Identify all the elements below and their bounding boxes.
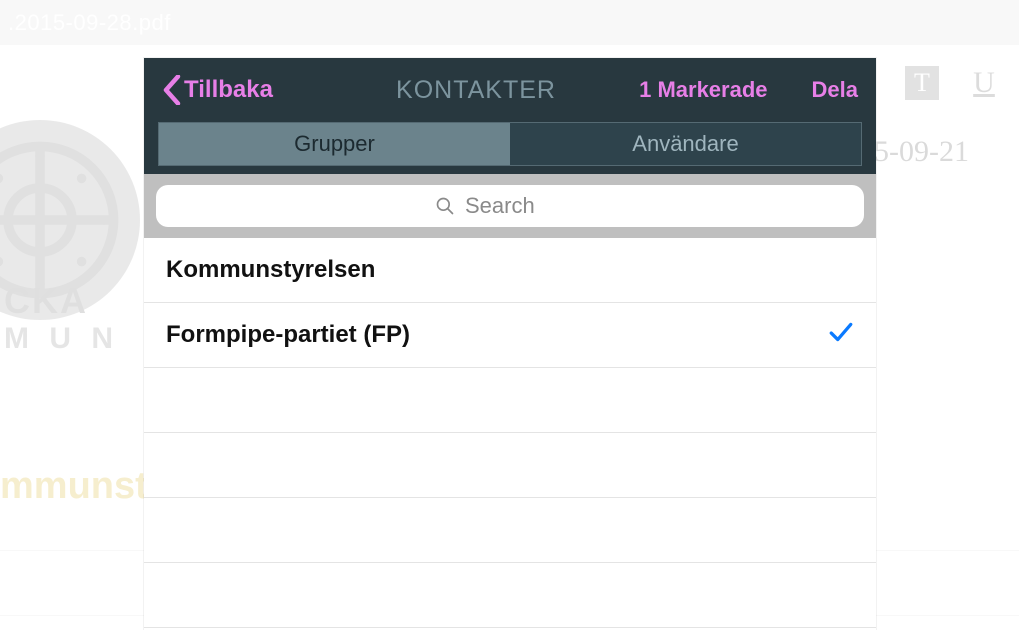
search-field[interactable] <box>156 185 864 227</box>
list-item <box>144 368 876 433</box>
chevron-left-icon <box>162 75 182 105</box>
background-date: 5-09-21 <box>874 135 969 169</box>
share-button[interactable]: Dela <box>812 77 858 103</box>
modal-header-row: Tillbaka KONTAKTER 1 Markerade Dela <box>144 62 876 118</box>
list-item[interactable]: Kommunstyrelsen <box>144 238 876 303</box>
emblem-text: CKA M U N <box>0 280 120 356</box>
modal-header: Tillbaka KONTAKTER 1 Markerade Dela Grup… <box>144 58 876 174</box>
background-filename: .2015-09-28.pdf <box>8 10 171 36</box>
list-item <box>144 498 876 563</box>
checkmark-icon <box>828 319 854 352</box>
underline-icon: U <box>967 66 1001 100</box>
text-style-icon: T <box>905 66 939 100</box>
selected-count-label: 1 Markerade <box>639 77 767 103</box>
tab-groups[interactable]: Grupper <box>159 123 510 165</box>
list-item <box>144 563 876 628</box>
list-item-label: Kommunstyrelsen <box>166 256 375 284</box>
list-item[interactable]: Formpipe-partiet (FP) <box>144 303 876 368</box>
back-button[interactable]: Tillbaka <box>162 75 273 105</box>
tab-users[interactable]: Användare <box>510 123 861 165</box>
tab-segmented-control: Grupper Användare <box>158 122 862 166</box>
groups-list: Kommunstyrelsen Formpipe-partiet (FP) <box>144 238 876 630</box>
contacts-modal: Tillbaka KONTAKTER 1 Markerade Dela Grup… <box>144 58 876 630</box>
modal-title: KONTAKTER <box>313 76 639 105</box>
list-item-label: Formpipe-partiet (FP) <box>166 321 410 349</box>
modal-header-right: 1 Markerade Dela <box>639 77 858 103</box>
emblem-line2: M U N <box>4 322 120 356</box>
list-item <box>144 433 876 498</box>
emblem-icon <box>0 140 120 300</box>
background-filename-bar: .2015-09-28.pdf <box>0 0 1019 45</box>
search-input[interactable] <box>465 193 585 219</box>
emblem-line1: CKA <box>4 280 120 322</box>
back-label: Tillbaka <box>184 76 273 104</box>
search-icon <box>435 196 455 216</box>
search-bar <box>144 174 876 238</box>
background-format-toolbar: T U <box>905 66 1001 100</box>
